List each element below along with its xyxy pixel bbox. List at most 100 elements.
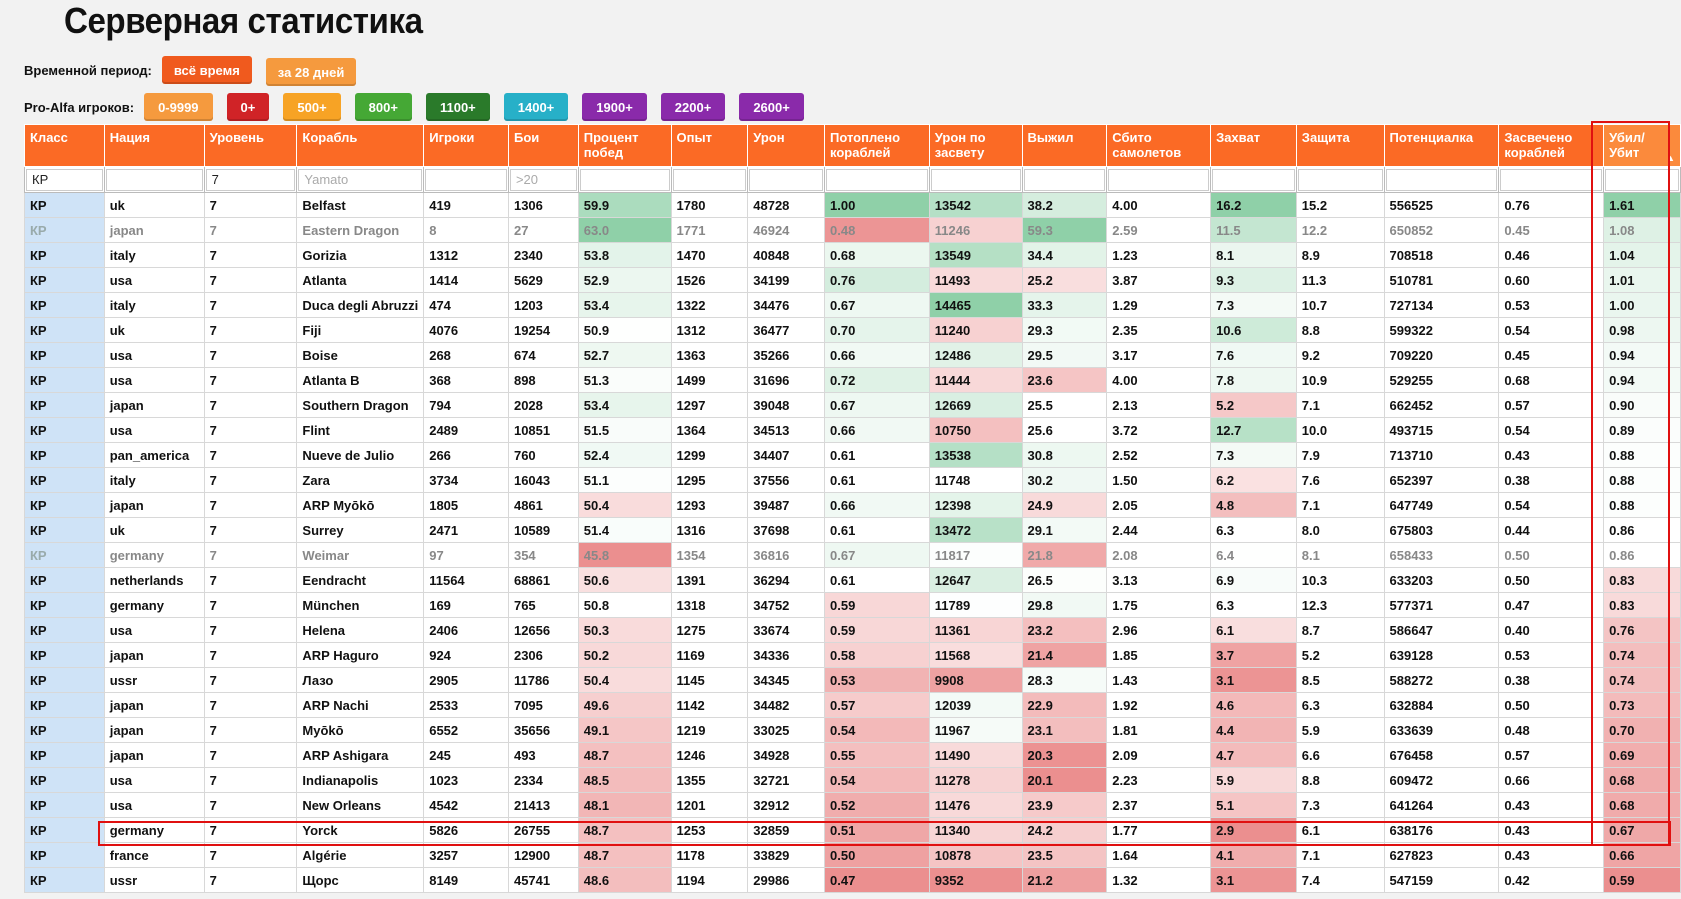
filter-input-win-rate[interactable] — [579, 168, 670, 191]
cell-class: КР — [24, 367, 105, 393]
filter-input-capture[interactable] — [1212, 168, 1295, 191]
filter-input-kills[interactable] — [826, 168, 928, 191]
column-header-label: Захват — [1216, 130, 1261, 145]
players-2600-plus-button[interactable]: 2600+ — [739, 93, 804, 121]
filter-input-battles[interactable] — [509, 168, 577, 191]
filter-input-spot-damage[interactable] — [930, 168, 1021, 191]
filter-input-kd-ratio[interactable] — [1605, 168, 1679, 191]
cell-planes: 2.09 — [1106, 742, 1212, 768]
cell-ship: Boise — [296, 342, 425, 368]
players-2200-plus-button[interactable]: 2200+ — [660, 93, 726, 121]
cell-kills: 0.61 — [824, 567, 930, 593]
filter-input-exp[interactable] — [672, 168, 747, 191]
column-header-players[interactable]: Игроки — [423, 124, 509, 167]
column-header-kd-ratio[interactable]: Убил/ Убит ▲ — [1603, 124, 1681, 167]
sort-ascending-icon[interactable]: ▲ — [1666, 151, 1675, 166]
players-1100-plus-button[interactable]: 1100+ — [425, 93, 490, 121]
filter-input-survived[interactable] — [1023, 168, 1106, 191]
column-header-capture[interactable]: Захват — [1210, 124, 1297, 167]
filter-input-planes[interactable] — [1108, 168, 1210, 191]
table-row: КР uk 7 Fiji 4076 19254 50.9 1312 36477 0.70 11240… — [24, 317, 1681, 343]
column-header-class[interactable]: Класс — [24, 124, 105, 167]
filter-input-nation[interactable] — [105, 168, 203, 191]
cell-capture: 7.8 — [1210, 367, 1297, 393]
column-header-defense[interactable]: Защита — [1295, 124, 1385, 167]
cell-defense: 7.1 — [1295, 392, 1385, 418]
cell-survived: 20.3 — [1021, 742, 1108, 768]
cell-kd-ratio: 0.70 — [1603, 717, 1681, 743]
column-header-ship[interactable]: Корабль — [296, 124, 425, 167]
column-header-potential[interactable]: Потенциалка — [1383, 124, 1500, 167]
cell-planes: 2.05 — [1106, 492, 1212, 518]
players-800-plus-button[interactable]: 800+ — [354, 93, 412, 121]
cell-players: 924 — [423, 642, 509, 668]
cell-spot-damage: 13538 — [928, 442, 1023, 468]
cell-nation: usa — [103, 367, 205, 393]
cell-tier: 7 — [203, 592, 298, 618]
cell-ship: Indianapolis — [296, 767, 425, 793]
cell-kills: 0.54 — [824, 767, 930, 793]
column-header-battles[interactable]: Бои — [507, 124, 579, 167]
players-0-9999-button[interactable]: 0-9999 — [144, 93, 213, 121]
column-header-kills[interactable]: Потоплено кораблей — [824, 124, 930, 167]
period-28-days-button[interactable]: за 28 дней — [265, 58, 357, 86]
cell-ship: Myōkō — [296, 717, 425, 743]
cell-planes: 4.00 — [1106, 192, 1212, 218]
cell-damage: 36816 — [747, 542, 825, 568]
players-1400-plus-button[interactable]: 1400+ — [503, 93, 569, 121]
filter-input-players[interactable] — [425, 168, 507, 191]
filter-input-spotted[interactable] — [1500, 168, 1603, 191]
players-1900-plus-button[interactable]: 1900+ — [582, 93, 647, 121]
column-header-damage[interactable]: Урон — [747, 124, 825, 167]
column-header-nation[interactable]: Нация — [103, 124, 205, 167]
cell-nation: italy — [103, 242, 205, 268]
cell-ship: Weimar — [296, 542, 425, 568]
cell-players: 8 — [423, 217, 509, 243]
cell-kills: 0.58 — [824, 642, 930, 668]
cell-kills: 0.66 — [824, 492, 930, 518]
cell-tier: 7 — [203, 667, 298, 693]
cell-ship: Fiji — [296, 317, 425, 343]
table-row: КР japan 7 Myōkō 6552 35656 49.1 1219 33025 0.54 1… — [24, 717, 1681, 743]
filter-input-defense[interactable] — [1297, 168, 1383, 191]
cell-defense: 8.7 — [1295, 617, 1385, 643]
cell-kills: 0.53 — [824, 667, 930, 693]
filter-input-tier[interactable] — [205, 168, 296, 191]
cell-planes: 1.23 — [1106, 242, 1212, 268]
cell-battles: 68861 — [507, 567, 579, 593]
cell-planes: 2.35 — [1106, 317, 1212, 343]
column-header-spot-damage[interactable]: Урон по засвету — [928, 124, 1023, 167]
cell-spotted: 0.66 — [1498, 767, 1605, 793]
cell-planes: 3.72 — [1106, 417, 1212, 443]
filter-input-class[interactable] — [26, 168, 103, 191]
cell-spot-damage: 10878 — [928, 842, 1023, 868]
cell-kd-ratio: 0.86 — [1603, 542, 1681, 568]
filter-input-potential[interactable] — [1385, 168, 1498, 191]
cell-spot-damage: 9352 — [928, 867, 1023, 893]
cell-ship: Duca degli Abruzzi — [296, 292, 425, 318]
filter-cell-survived — [1021, 166, 1108, 193]
column-header-exp[interactable]: Опыт — [670, 124, 749, 167]
filter-input-damage[interactable] — [749, 168, 823, 191]
cell-spot-damage: 14465 — [928, 292, 1023, 318]
cell-spot-damage: 11967 — [928, 717, 1023, 743]
filter-cell-tier — [203, 166, 298, 193]
period-all-time-button[interactable]: всё время — [161, 56, 252, 84]
cell-planes: 2.23 — [1106, 767, 1212, 793]
cell-survived: 29.3 — [1021, 317, 1108, 343]
column-header-win-rate[interactable]: Процент побед — [577, 124, 672, 167]
cell-players: 5826 — [423, 817, 509, 843]
cell-spotted: 0.48 — [1498, 717, 1605, 743]
cell-spot-damage: 11789 — [928, 592, 1023, 618]
column-header-spotted[interactable]: Засвечено кораблей — [1498, 124, 1605, 167]
cell-exp: 1316 — [670, 517, 749, 543]
filter-input-ship[interactable] — [298, 168, 423, 191]
cell-ship: Atlanta B — [296, 367, 425, 393]
cell-potential: 727134 — [1383, 292, 1500, 318]
column-header-planes[interactable]: Сбито самолетов — [1106, 124, 1212, 167]
cell-class: КР — [24, 767, 105, 793]
column-header-tier[interactable]: Уровень — [203, 124, 298, 167]
players-500-plus-button[interactable]: 500+ — [283, 93, 341, 121]
players-0-plus-button[interactable]: 0+ — [226, 93, 270, 121]
column-header-survived[interactable]: Выжил — [1021, 124, 1108, 167]
